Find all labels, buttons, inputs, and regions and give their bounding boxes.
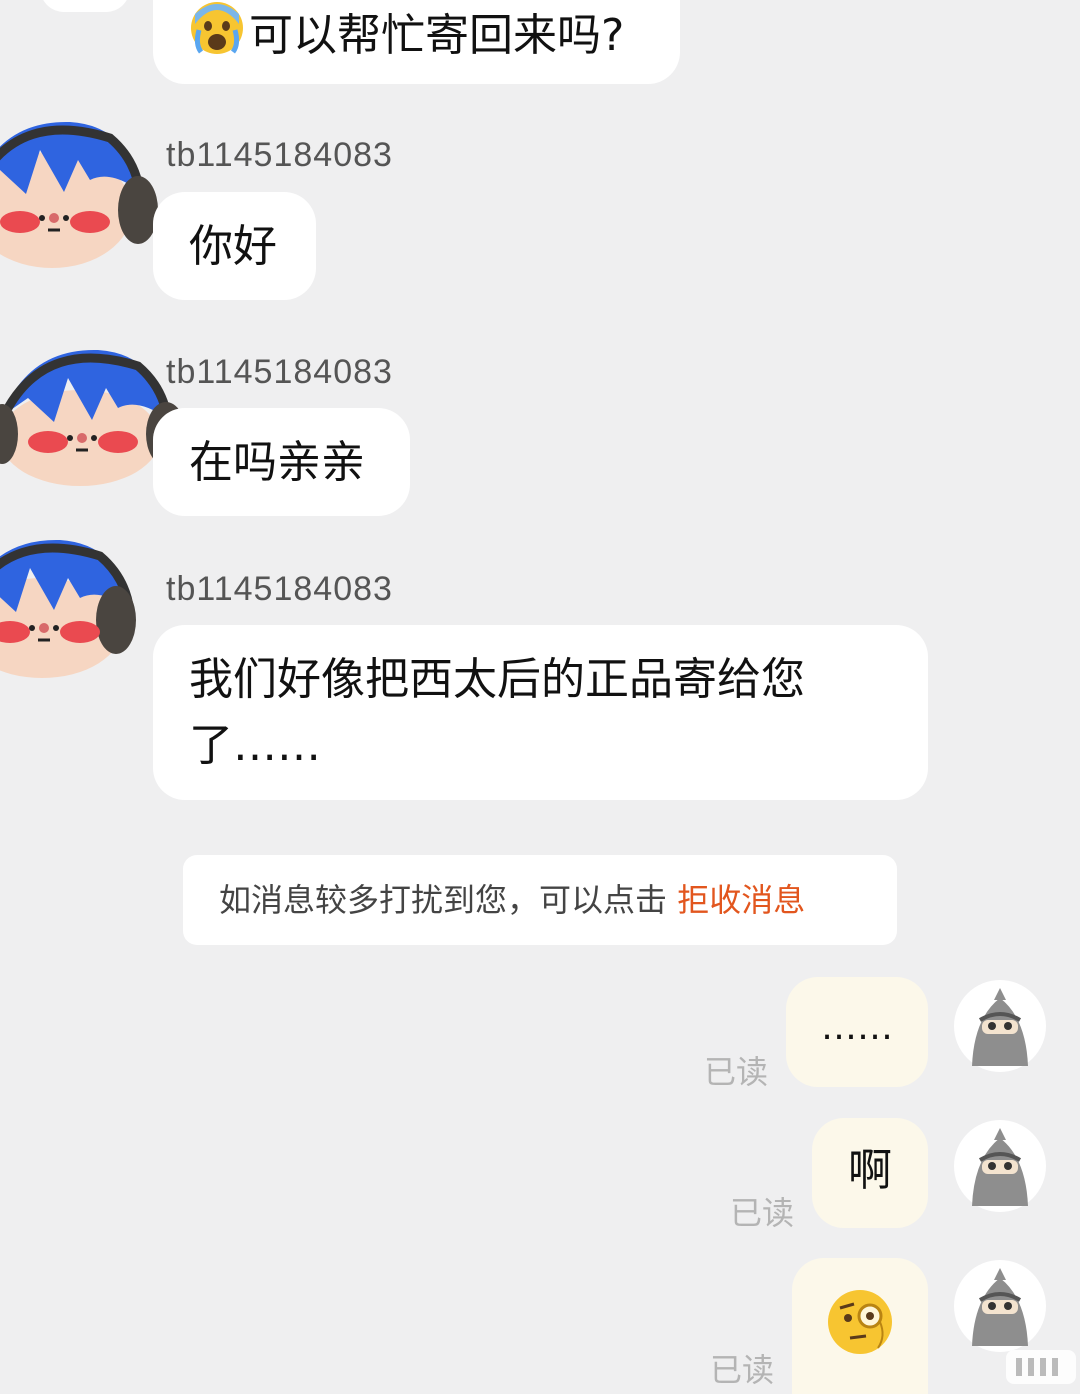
sender-name: tb1145184083 [166,570,393,608]
read-status: 已读 [704,1053,769,1091]
sender-name: tb1145184083 [166,136,393,174]
face-with-monocle-icon [826,1288,894,1375]
message-text: 你好 [189,221,277,272]
message-text: 了…… [189,720,321,771]
notice-text: 如消息较多打扰到您，可以点击 [219,881,668,919]
sender-name: tb1145184083 [166,353,393,391]
my-message-bubble[interactable]: …… [786,977,928,1087]
message-text: …… [821,1007,893,1048]
chat-window: 可以帮忙寄回来吗? tb1145184083 你好 tb1145184083 在… [0,0,1080,1394]
reject-messages-link[interactable]: 拒收消息 [677,881,805,919]
my-avatar[interactable] [952,1258,1048,1354]
seller-avatar[interactable] [0,110,158,270]
message-text: 啊 [848,1145,892,1196]
my-message-bubble[interactable]: 啊 [812,1118,928,1228]
system-notice: 如消息较多打扰到您，可以点击 拒收消息 [183,855,897,945]
expand-icon[interactable] [1006,1350,1076,1388]
my-avatar[interactable] [952,978,1048,1074]
my-message-bubble[interactable] [792,1258,928,1394]
partial-bubble [40,0,130,12]
my-avatar[interactable] [952,1118,1048,1214]
read-status: 已读 [710,1351,775,1389]
message-bubble[interactable]: 你好 [153,192,316,300]
crying-face-icon [189,0,245,75]
message-text: 在吗亲亲 [189,437,365,488]
message-bubble[interactable]: 在吗亲亲 [153,408,410,516]
seller-avatar[interactable] [0,338,186,498]
read-status: 已读 [730,1194,795,1232]
message-bubble[interactable]: 可以帮忙寄回来吗? [153,0,680,84]
message-text: 可以帮忙寄回来吗? [249,10,625,61]
seller-avatar[interactable] [0,528,140,688]
message-text: 我们好像把西太后的正品寄给您 [189,654,805,705]
message-bubble[interactable]: 我们好像把西太后的正品寄给您 了…… [153,625,928,800]
